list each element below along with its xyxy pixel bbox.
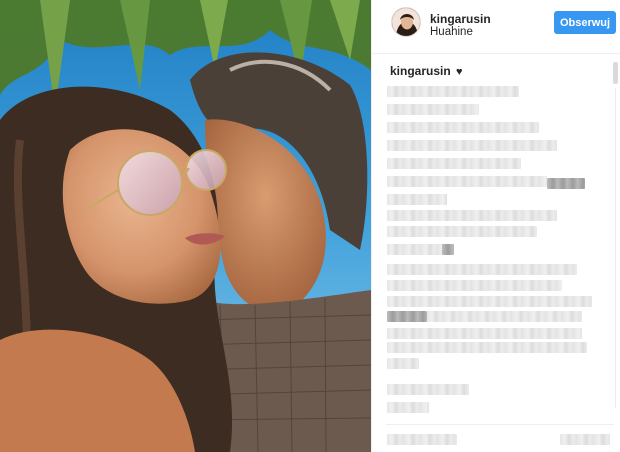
- blurred-line: [387, 86, 519, 97]
- blurred-line: [387, 210, 557, 221]
- profile-avatar[interactable]: [391, 7, 421, 37]
- caption-username[interactable]: kingarusin: [390, 64, 451, 78]
- post-photo[interactable]: [0, 0, 371, 452]
- blurred-line: [442, 244, 454, 255]
- blurred-line: [387, 122, 539, 133]
- blurred-line: [387, 402, 429, 413]
- follow-button[interactable]: Obserwuj: [554, 11, 616, 34]
- blurred-line: [387, 434, 457, 445]
- blurred-line: [387, 358, 419, 369]
- blurred-line: [387, 140, 557, 151]
- blurred-line: [387, 176, 547, 187]
- location-link[interactable]: Huahine: [430, 26, 473, 38]
- blurred-line: [387, 342, 587, 353]
- blurred-line: [387, 104, 479, 115]
- comments-divider: [386, 424, 614, 425]
- blurred-line: [387, 194, 447, 205]
- post-header: kingarusin Huahine Obserwuj: [372, 0, 620, 54]
- heart-icon: ♥: [456, 66, 463, 78]
- blurred-line: [387, 158, 521, 169]
- caption-scrollbar[interactable]: [612, 58, 618, 448]
- blurred-line: [387, 384, 469, 395]
- post-side-panel: kingarusin Huahine Obserwuj kingarusin ♥: [371, 0, 620, 452]
- blurred-line: [387, 328, 582, 339]
- blurred-line: [387, 296, 592, 307]
- blurred-line: [387, 226, 537, 237]
- blurred-line: [560, 434, 610, 445]
- blurred-line: [547, 178, 585, 189]
- blurred-line: [387, 264, 577, 275]
- blurred-line: [387, 311, 427, 322]
- post-caption: kingarusin ♥: [390, 64, 463, 78]
- scrollbar-track[interactable]: [615, 88, 616, 408]
- scrollbar-thumb[interactable]: [613, 62, 618, 84]
- username-link[interactable]: kingarusin: [430, 12, 491, 26]
- blurred-line: [387, 280, 562, 291]
- blurred-line: [427, 311, 582, 322]
